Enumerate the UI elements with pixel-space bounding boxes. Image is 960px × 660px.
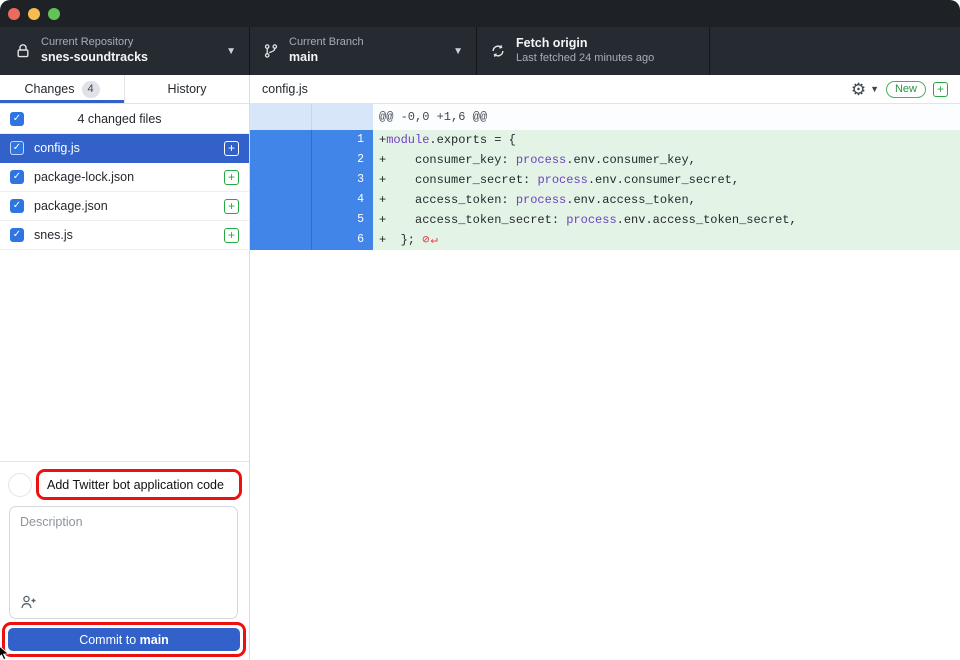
fetch-status: Last fetched 24 minutes ago — [516, 52, 654, 66]
added-plus-icon: + — [224, 141, 239, 156]
new-line-number[interactable]: 2 — [311, 150, 373, 170]
file-checkbox[interactable]: ✓ — [10, 199, 24, 213]
close-button[interactable] — [8, 8, 20, 20]
file-checkbox[interactable]: ✓ — [10, 170, 24, 184]
diff-options-button[interactable]: ⚙▼ — [851, 81, 879, 98]
new-line-number[interactable]: 5 — [311, 210, 373, 230]
old-line-gutter[interactable] — [250, 150, 311, 170]
commit-button[interactable]: Commit to main — [8, 628, 240, 651]
tab-changes-label: Changes — [24, 82, 74, 96]
changes-count-badge: 4 — [82, 81, 100, 98]
diff-line: 3+ consumer_secret: process.env.consumer… — [250, 170, 960, 190]
tab-changes[interactable]: Changes 4 — [0, 75, 125, 103]
tab-history-label: History — [168, 82, 207, 96]
branch-label: Current Branch — [289, 36, 364, 50]
chevron-down-icon: ▼ — [453, 46, 463, 57]
code-text: + access_token_secret: process.env.acces… — [373, 210, 960, 230]
maximize-button[interactable] — [48, 8, 60, 20]
diff-line: 1+module.exports = { — [250, 130, 960, 150]
diff-file-header: config.js ⚙▼ New + — [250, 75, 960, 104]
old-line-gutter[interactable] — [250, 230, 311, 250]
new-line-number[interactable]: 1 — [311, 130, 373, 150]
old-line-gutter[interactable] — [250, 210, 311, 230]
file-name: package.json — [34, 199, 224, 213]
added-plus-icon: + — [224, 228, 239, 243]
branch-name: main — [289, 50, 364, 66]
add-coauthor-icon[interactable] — [20, 594, 38, 610]
chevron-down-icon: ▼ — [226, 46, 236, 57]
annotation-highlight-summary — [36, 469, 242, 500]
diff-line: 5+ access_token_secret: process.env.acce… — [250, 210, 960, 230]
code-text: + consumer_key: process.env.consumer_key… — [373, 150, 960, 170]
commit-form: Commit to main — [0, 461, 249, 660]
mouse-cursor — [0, 645, 13, 660]
changes-sidebar: Changes 4 History ✓ 4 changed files ✓ con… — [0, 75, 250, 660]
minimize-button[interactable] — [28, 8, 40, 20]
files-header: ✓ 4 changed files — [0, 104, 249, 134]
lock-icon — [14, 43, 31, 60]
diff-line: 4+ access_token: process.env.access_toke… — [250, 190, 960, 210]
select-all-checkbox[interactable]: ✓ — [10, 112, 24, 126]
hunk-header-row: @@ -0,0 +1,6 @@ — [250, 104, 960, 130]
new-line-number[interactable]: 4 — [311, 190, 373, 210]
hunk-header-text: @@ -0,0 +1,6 @@ — [373, 104, 960, 130]
new-line-number[interactable]: 6 — [311, 230, 373, 250]
diff-view: config.js ⚙▼ New + @@ -0,0 +1,6 @@ 1+mod… — [250, 75, 960, 660]
file-row[interactable]: ✓ package.json+ — [0, 192, 249, 221]
chevron-down-icon: ▼ — [870, 85, 879, 94]
titlebar — [0, 0, 960, 27]
diff-lines: 1+module.exports = {2+ consumer_key: pro… — [250, 130, 960, 250]
code-text: + access_token: process.env.access_token… — [373, 190, 960, 210]
description-box — [9, 506, 238, 619]
sync-icon — [489, 43, 506, 60]
file-checkbox[interactable]: ✓ — [10, 141, 24, 155]
old-line-gutter[interactable] — [250, 130, 311, 150]
diff-file-name: config.js — [262, 82, 308, 96]
commit-button-branch: main — [140, 633, 169, 647]
file-name: package-lock.json — [34, 170, 224, 184]
file-checkbox[interactable]: ✓ — [10, 228, 24, 242]
code-text: +module.exports = { — [373, 130, 960, 150]
file-name: snes.js — [34, 228, 224, 242]
new-line-number[interactable]: 3 — [311, 170, 373, 190]
github-desktop-window: Current Repository snes-soundtracks ▼ Cu… — [0, 0, 960, 660]
diff-line: 6+ }; ⊘↵ — [250, 230, 960, 250]
fetch-origin-button[interactable]: Fetch origin Last fetched 24 minutes ago — [477, 27, 710, 75]
code-text: + consumer_secret: process.env.consumer_… — [373, 170, 960, 190]
git-branch-icon — [262, 43, 279, 60]
branch-selector[interactable]: Current Branch main ▼ — [250, 27, 477, 75]
no-newline-icon: ⊘↵ — [422, 233, 438, 247]
file-list: ✓config.js+✓package-lock.json+✓package.j… — [0, 134, 249, 250]
file-row[interactable]: ✓ snes.js+ — [0, 221, 249, 250]
sidebar-tabs: Changes 4 History — [0, 75, 249, 104]
toolbar: Current Repository snes-soundtracks ▼ Cu… — [0, 27, 960, 75]
added-plus-icon: + — [224, 170, 239, 185]
old-line-gutter[interactable] — [250, 190, 311, 210]
repository-label: Current Repository — [41, 36, 148, 50]
commit-description-input[interactable] — [10, 507, 237, 585]
commit-summary-input[interactable] — [39, 472, 239, 497]
code-text: + }; ⊘↵ — [373, 230, 960, 250]
file-name: config.js — [34, 141, 224, 155]
diff-line: 2+ consumer_key: process.env.consumer_ke… — [250, 150, 960, 170]
file-row[interactable]: ✓ config.js+ — [0, 134, 249, 163]
hunk-gutter-old — [250, 104, 311, 130]
hunk-gutter-new — [311, 104, 373, 130]
new-file-badge: New — [886, 81, 926, 98]
file-row[interactable]: ✓ package-lock.json+ — [0, 163, 249, 192]
repository-selector[interactable]: Current Repository snes-soundtracks ▼ — [0, 27, 250, 75]
fetch-label: Fetch origin — [516, 36, 654, 52]
avatar — [8, 473, 32, 497]
annotation-highlight-commit-button: Commit to main — [2, 622, 246, 657]
changed-files-count: 4 changed files — [24, 112, 215, 126]
tab-history[interactable]: History — [125, 75, 249, 103]
added-plus-icon: + — [933, 82, 948, 97]
repository-name: snes-soundtracks — [41, 50, 148, 66]
added-plus-icon: + — [224, 199, 239, 214]
old-line-gutter[interactable] — [250, 170, 311, 190]
